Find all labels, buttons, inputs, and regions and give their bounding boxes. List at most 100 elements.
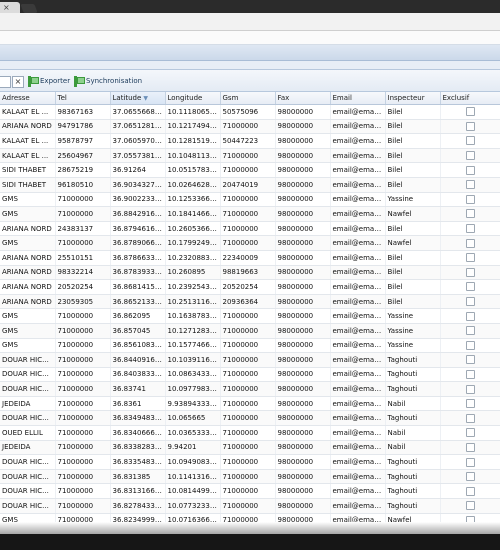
- cell-adresse: DOUAR HIC...: [0, 367, 56, 383]
- table-row[interactable]: DOUAR HIC... 71000000 36.831385 10.11413166…: [0, 469, 500, 485]
- browser-tab[interactable]: ×: [0, 2, 20, 13]
- table-row[interactable]: ARIANA NORD 23059305 36.86521333... 10.2513…: [0, 294, 500, 310]
- exclusif-checkbox[interactable]: [465, 472, 475, 482]
- cell-tel: 71000000: [55, 323, 111, 339]
- exclusif-checkbox[interactable]: [465, 253, 475, 263]
- exclusif-checkbox[interactable]: [465, 399, 475, 409]
- column-header-inspecteur[interactable]: Inspecteur: [385, 92, 441, 105]
- table-row[interactable]: OUED ELLIL 71000000 36.83406666... 10.03653…: [0, 425, 500, 441]
- table-row[interactable]: DOUAR HIC... 71000000 36.84038333... 10.086…: [0, 367, 500, 383]
- exclusif-checkbox[interactable]: [465, 457, 475, 467]
- cell-fax: 98000000: [275, 498, 331, 514]
- table-row[interactable]: SIDI THABET 28675219 36.91264 10.05157833..…: [0, 162, 500, 178]
- exclusif-checkbox[interactable]: [465, 107, 475, 117]
- cell-inspecteur: Bilel: [385, 104, 441, 120]
- address-bar[interactable]: [0, 13, 500, 31]
- column-header-tel[interactable]: Tel: [55, 92, 111, 105]
- table-row[interactable]: DOUAR HIC... 71000000 36.83494833... 10.065…: [0, 410, 500, 427]
- column-header-adresse[interactable]: Adresse: [0, 92, 56, 105]
- exclusif-checkbox[interactable]: [465, 428, 475, 438]
- exclusif-checkbox[interactable]: [465, 442, 475, 452]
- exclusif-checkbox[interactable]: [465, 355, 475, 365]
- cell-longitude: 10.25131166...: [165, 294, 221, 310]
- cell-email: email@email....: [330, 483, 386, 500]
- table-row[interactable]: DOUAR HIC... 71000000 36.84409166... 10.103…: [0, 352, 500, 368]
- clear-filter-button[interactable]: ×: [12, 76, 24, 88]
- exclusif-checkbox[interactable]: [465, 282, 475, 292]
- close-tab-icon[interactable]: ×: [3, 2, 10, 13]
- table-row[interactable]: ARIANA NORD 20520254 36.86814157... 10.2392…: [0, 279, 500, 295]
- exclusif-checkbox[interactable]: [465, 486, 475, 496]
- exclusif-checkbox[interactable]: [465, 297, 475, 307]
- cell-fax: 98000000: [275, 469, 331, 485]
- table-row[interactable]: GMS 71000000 36.82349999... 10.07163666... 7…: [0, 513, 500, 522]
- table-row[interactable]: DOUAR HIC... 71000000 36.83131666... 10.081…: [0, 483, 500, 500]
- exclusif-checkbox[interactable]: [465, 121, 475, 131]
- exclusif-checkbox[interactable]: [465, 326, 475, 336]
- cell-inspecteur: Bilel: [385, 265, 441, 281]
- cell-latitude: 36.857045: [110, 323, 166, 339]
- cell-fax: 98000000: [275, 133, 331, 149]
- exclusif-checkbox[interactable]: [465, 413, 475, 423]
- exclusif-checkbox[interactable]: [465, 136, 475, 146]
- exclusif-checkbox[interactable]: [465, 501, 475, 511]
- panel-header: [0, 45, 500, 61]
- exclusif-checkbox[interactable]: [465, 267, 475, 277]
- cell-inspecteur: Taghouti: [385, 352, 441, 368]
- table-row[interactable]: GMS 71000000 36.90022333... 10.12533666... 7…: [0, 192, 500, 208]
- exclusif-checkbox[interactable]: [465, 340, 475, 350]
- table-row[interactable]: GMS 71000000 36.857045 10.12712833... 710000…: [0, 323, 500, 339]
- cell-inspecteur: Bilel: [385, 133, 441, 149]
- cell-exclusif: [440, 221, 500, 237]
- table-row[interactable]: KALAAT EL ... 25604967 37.05573815... 10.10…: [0, 148, 500, 164]
- table-row[interactable]: ARIANA NORD 94791786 37.06512810... 10.1217…: [0, 119, 500, 135]
- table-row[interactable]: GMS 71000000 36.87890666... 10.17992499... 7…: [0, 235, 500, 251]
- table-row[interactable]: GMS 71000000 36.85610833... 10.15774666... 7…: [0, 338, 500, 354]
- table-row[interactable]: KALAAT EL ... 95878797 37.06059701... 10.12…: [0, 133, 500, 149]
- column-header-email[interactable]: Email: [330, 92, 386, 105]
- column-header-latitude[interactable]: Latitude ▼: [110, 92, 166, 105]
- table-row[interactable]: DOUAR HIC... 71000000 36.83354833... 10.094…: [0, 454, 500, 470]
- table-row[interactable]: ARIANA NORD 24383137 36.87946166... 10.2605…: [0, 221, 500, 237]
- cell-latitude: 36.84409166...: [110, 352, 166, 368]
- exclusif-checkbox[interactable]: [465, 180, 475, 190]
- table-row[interactable]: SIDI THABET 96180510 36.90343279... 10.0264…: [0, 177, 500, 193]
- cell-inspecteur: Bilel: [385, 119, 441, 135]
- cell-latitude: 36.83354833...: [110, 454, 166, 470]
- exclusif-checkbox[interactable]: [465, 384, 475, 394]
- synchronisation-button[interactable]: Synchronisation: [74, 75, 142, 87]
- export-button[interactable]: Exporter: [28, 75, 70, 87]
- column-header-gsm[interactable]: Gsm: [220, 92, 276, 105]
- cell-email: email@email....: [330, 148, 386, 164]
- column-header-fax[interactable]: Fax: [275, 92, 331, 105]
- table-row[interactable]: ARIANA NORD 98332214 36.87839333... 10.2608…: [0, 265, 500, 281]
- new-tab-button[interactable]: [20, 4, 38, 13]
- table-row[interactable]: GMS 71000000 36.862095 10.16387833... 710000…: [0, 308, 500, 324]
- table-row[interactable]: ARIANA NORD 25510151 36.87866333... 10.2320…: [0, 250, 500, 266]
- column-header-exclusif[interactable]: Exclusif: [440, 92, 500, 105]
- exclusif-checkbox[interactable]: [465, 238, 475, 248]
- table-row[interactable]: GMS 71000000 36.88429166... 10.18414666... 7…: [0, 206, 500, 222]
- cell-inspecteur: Nawfel: [385, 206, 441, 222]
- column-header-longitude[interactable]: Longitude: [165, 92, 221, 105]
- cell-gsm: 71000000: [220, 396, 276, 412]
- exclusif-checkbox[interactable]: [465, 165, 475, 175]
- cell-adresse: ARIANA NORD: [0, 250, 56, 266]
- cell-longitude: 10.11413166...: [165, 469, 221, 485]
- table-row[interactable]: DOUAR HIC... 71000000 36.82784333... 10.077…: [0, 498, 500, 514]
- table-row[interactable]: DOUAR HIC... 71000000 36.83741 10.09779833.…: [0, 381, 500, 397]
- table-row[interactable]: KALAAT EL ... 98367163 37.06556686... 10.11…: [0, 104, 500, 120]
- exclusif-checkbox[interactable]: [465, 369, 475, 379]
- table-row[interactable]: JEDEIDA 71000000 36.83382833... 9.94201 7100…: [0, 440, 500, 456]
- exclusif-checkbox[interactable]: [465, 151, 475, 161]
- table-row[interactable]: JEDEIDA 71000000 36.8361 9.938943333... 7100…: [0, 396, 500, 412]
- cell-longitude: 10.065665: [165, 410, 221, 427]
- cell-latitude: 36.88429166...: [110, 206, 166, 222]
- exclusif-checkbox[interactable]: [465, 311, 475, 321]
- exclusif-checkbox[interactable]: [465, 224, 475, 234]
- data-grid: Adresse Tel Latitude ▼ Longitude Gsm Fax …: [0, 92, 500, 522]
- exclusif-checkbox[interactable]: [465, 194, 475, 204]
- cell-tel: 71000000: [55, 498, 111, 514]
- filter-input[interactable]: [0, 76, 11, 88]
- exclusif-checkbox[interactable]: [465, 209, 475, 219]
